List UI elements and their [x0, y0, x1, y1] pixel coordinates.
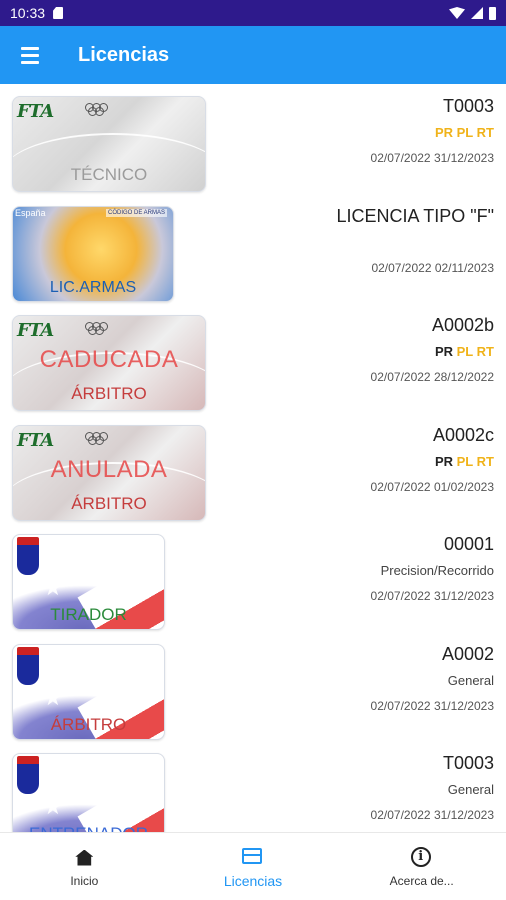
battery-icon [489, 6, 496, 20]
shield-icon [17, 537, 39, 575]
tag-rt: RT [476, 453, 494, 469]
list-item[interactable]: ★ ★ ★ ÁRBITRO A0002 General 02/07/2022 3… [0, 632, 506, 742]
list-item[interactable]: ★ ★ ★ TIRADOR 00001 Precision/Recorrido … [0, 522, 506, 632]
nav-about[interactable]: i Acerca de... [337, 833, 506, 900]
card-label: LIC.ARMAS [49, 278, 137, 296]
license-dates: 02/07/2022 31/12/2023 [370, 698, 494, 713]
card-label: ÁRBITRO [71, 384, 147, 403]
cancelled-stamp: ANULADA [50, 455, 168, 483]
license-card-image: FTA CADUCADA ÁRBITRO [12, 315, 206, 411]
tag-pl: PL [456, 453, 474, 469]
license-card-image: FTA ANULADA ÁRBITRO [12, 424, 206, 521]
shield-icon [17, 646, 39, 685]
home-icon [75, 849, 94, 866]
fta-logo: FTA [17, 429, 54, 451]
signal-icon [471, 7, 483, 19]
status-bar: 10:33 [0, 0, 506, 26]
license-id: T0003 [442, 753, 494, 773]
tag-rt: RT [476, 125, 494, 140]
license-dates: 02/07/2022 01/02/2023 [370, 479, 494, 494]
license-id: 00001 [443, 534, 494, 554]
wifi-icon [449, 7, 465, 19]
olympic-rings-icon [85, 322, 115, 335]
card-tag: CÓDIGO DE ARMAS [105, 208, 167, 217]
license-card-image: ★ ★ ★ ÁRBITRO [12, 643, 165, 740]
list-item[interactable]: España CÓDIGO DE ARMAS LIC.ARMAS LICENCI… [0, 194, 506, 304]
expired-stamp: CADUCADA [39, 346, 179, 373]
nav-home[interactable]: Inicio [0, 833, 169, 900]
card-label: ÁRBITRO [71, 493, 147, 513]
nav-licenses[interactable]: Licencias [169, 833, 338, 900]
card-label: TIRADOR [50, 605, 127, 624]
info-icon: i [410, 846, 431, 867]
page-title: Licencias [78, 43, 170, 66]
nav-licenses-label: Licencias [223, 872, 283, 889]
list-item[interactable]: FTA TÉCNICO T0003 PR PL RT 02/07/2022 31… [0, 84, 506, 194]
tag-rt: RT [476, 344, 494, 359]
tag-pr: PR [434, 453, 454, 469]
list-item[interactable]: FTA ANULADA ÁRBITRO A0002c PR PL RT 02/0… [0, 413, 506, 523]
fta-logo: FTA [17, 101, 54, 122]
card-country: España [15, 207, 46, 218]
list-item[interactable]: FTA CADUCADA ÁRBITRO A0002b PR PL RT 02/… [0, 303, 506, 413]
card-icon [242, 847, 262, 864]
license-id: A0002c [432, 424, 494, 445]
license-card-image: FTA TÉCNICO [12, 96, 206, 192]
license-dates: 02/07/2022 31/12/2023 [370, 589, 494, 603]
shield-icon [17, 756, 39, 794]
license-list[interactable]: FTA TÉCNICO T0003 PR PL RT 02/07/2022 31… [0, 84, 506, 832]
license-category: Precision/Recorrido [380, 563, 494, 578]
olympic-rings-icon [85, 103, 115, 116]
license-dates: 02/07/2022 28/12/2022 [370, 370, 494, 384]
nav-home-label: Inicio [70, 873, 99, 888]
license-id: A0002b [431, 315, 494, 335]
bottom-nav: Inicio Licencias i Acerca de... [0, 832, 506, 900]
tag-pr: PR [434, 125, 454, 140]
tag-pr: PR [434, 344, 454, 359]
fta-logo: FTA [17, 320, 54, 341]
license-id: LICENCIA TIPO "F" [336, 205, 494, 226]
card-label: TÉCNICO [70, 165, 148, 184]
license-card-image: ★ ★ ★ ENTRENADOR [12, 753, 165, 832]
list-item[interactable]: ★ ★ ★ ENTRENADOR T0003 General 02/07/202… [0, 741, 506, 832]
license-tags: PR PL RT [214, 125, 494, 143]
olympic-rings-icon [85, 431, 115, 445]
license-dates: 02/07/2022 31/12/2023 [370, 808, 494, 822]
license-id: A0002 [441, 643, 494, 664]
license-tags: PR PL RT [214, 454, 494, 472]
menu-icon[interactable] [2, 26, 58, 84]
license-card-image: ★ ★ ★ TIRADOR [12, 534, 165, 630]
license-dates: 02/07/2022 02/11/2023 [371, 260, 494, 275]
card-label: ÁRBITRO [50, 714, 127, 734]
license-category: General [447, 782, 494, 797]
license-tags: PR PL RT [214, 344, 494, 362]
tag-pl: PL [456, 125, 474, 140]
card-label: ENTRENADOR [13, 824, 164, 832]
sd-card-icon [53, 7, 64, 19]
license-card-image: España CÓDIGO DE ARMAS LIC.ARMAS [12, 205, 174, 302]
tag-pl: PL [456, 344, 474, 359]
license-category: General [447, 672, 494, 688]
license-id: T0003 [442, 96, 494, 116]
app-bar: Licencias [0, 26, 506, 84]
license-dates: 02/07/2022 31/12/2023 [370, 151, 494, 165]
status-time: 10:33 [10, 5, 46, 21]
nav-about-label: Acerca de... [389, 873, 454, 888]
